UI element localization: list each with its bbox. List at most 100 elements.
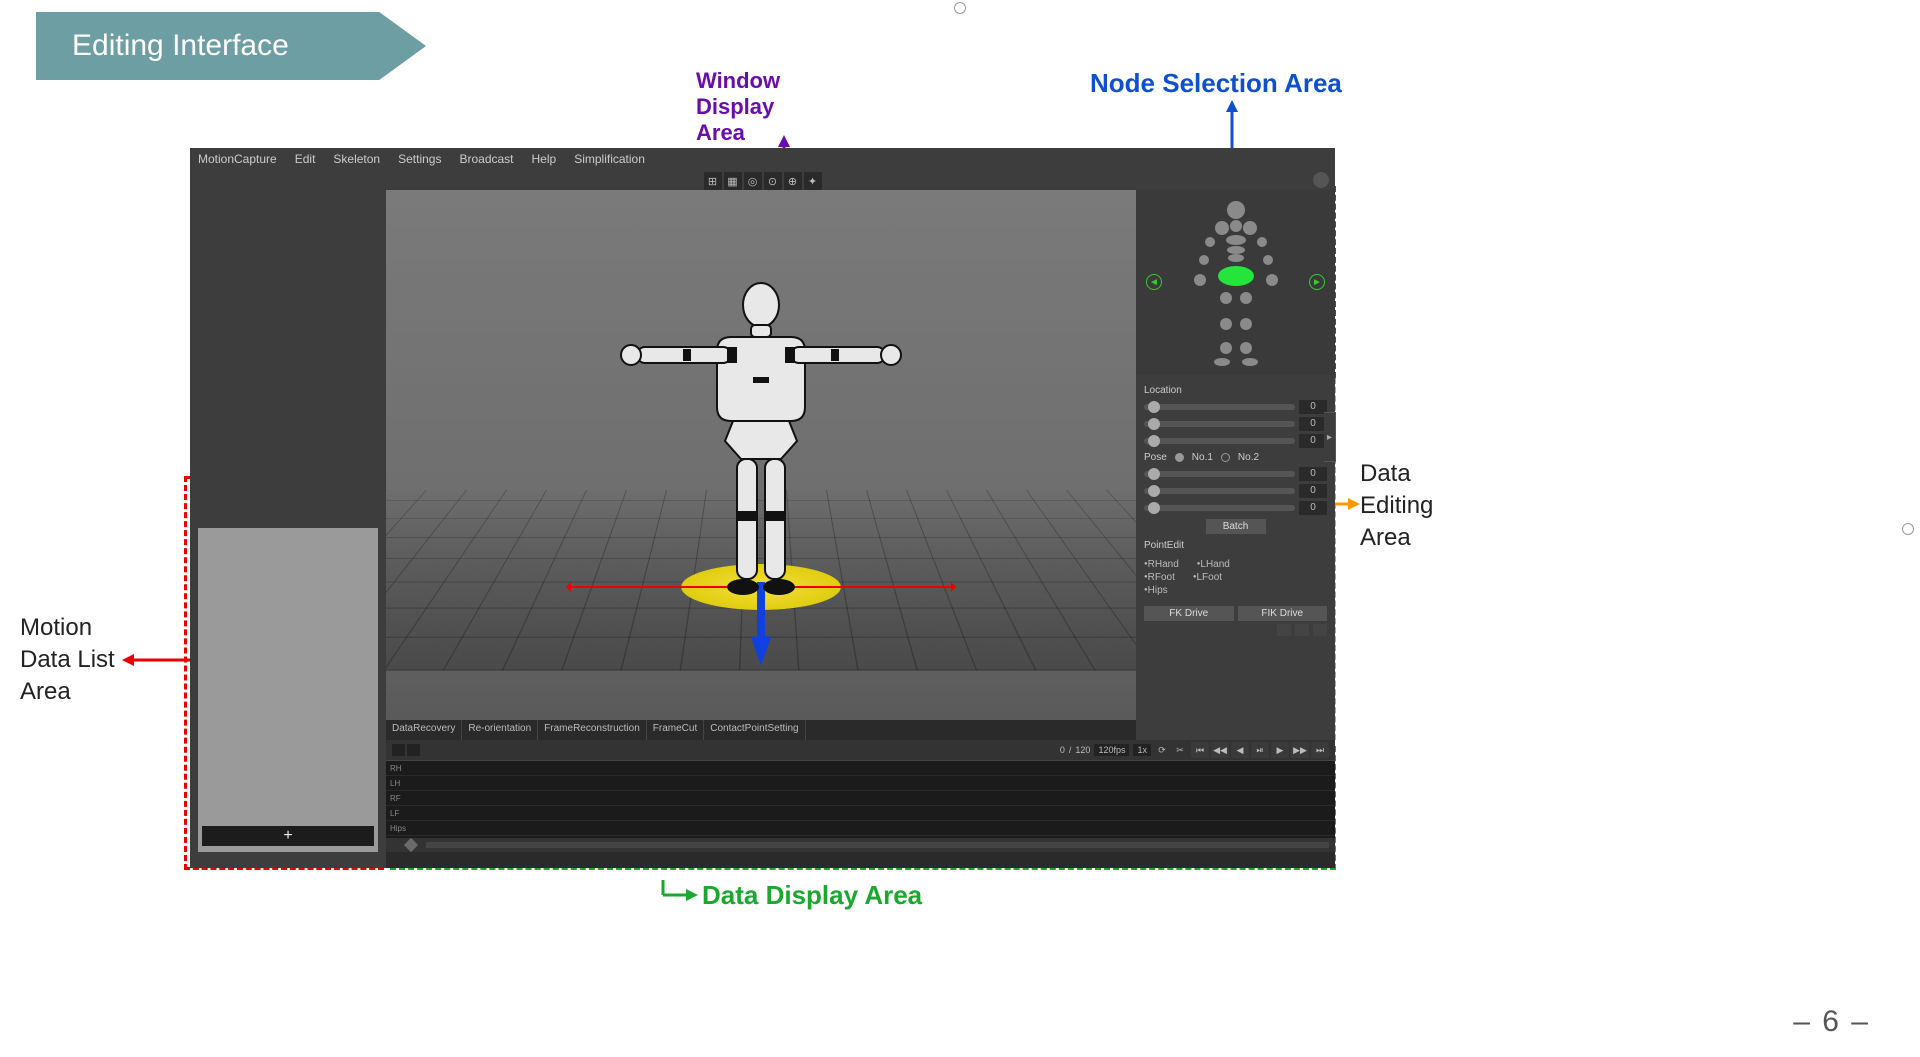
callout-data-editing-l3: Area: [1360, 524, 1411, 552]
point-lhand[interactable]: LHand: [1197, 559, 1230, 570]
menu-skeleton[interactable]: Skeleton: [333, 152, 380, 166]
track-lf[interactable]: LF: [386, 806, 1335, 821]
menu-edit[interactable]: Edit: [295, 152, 316, 166]
pose-radio-1[interactable]: [1175, 453, 1184, 462]
timeline-speed[interactable]: 1x: [1133, 744, 1151, 756]
location-y-value: 0: [1299, 417, 1327, 431]
location-x-slider[interactable]: 0: [1144, 400, 1327, 414]
fk-drive-button[interactable]: FK Drive: [1144, 606, 1234, 621]
location-z-value: 0: [1299, 434, 1327, 448]
viewport-icon-grid[interactable]: ▦: [724, 172, 742, 190]
viewport-icon-layout[interactable]: ⊞: [704, 172, 722, 190]
location-x-value: 0: [1299, 400, 1327, 414]
viewport-icon-fx[interactable]: ✦: [804, 172, 822, 190]
undo-redo-icons: [1144, 624, 1327, 636]
timeline-fps[interactable]: 120fps: [1094, 744, 1129, 756]
track-hips[interactable]: Hips: [386, 821, 1335, 836]
pose-x-slider[interactable]: 0: [1144, 467, 1327, 481]
timeline-cur-frame: 0: [1060, 745, 1065, 755]
menu-simplification[interactable]: Simplification: [574, 152, 645, 166]
transport-play[interactable]: ⏯: [1251, 742, 1269, 758]
transport-controls: ⏮ ◀◀ ◀ ⏯ ▶ ▶▶ ⏭: [1191, 742, 1329, 758]
viewport-3d[interactable]: [386, 190, 1136, 720]
transport-last[interactable]: ⏭: [1311, 742, 1329, 758]
point-lfoot[interactable]: LFoot: [1193, 572, 1222, 583]
motion-data-list: +: [190, 520, 386, 860]
menu-motioncapture[interactable]: MotionCapture: [198, 152, 277, 166]
motion-data-add-button[interactable]: +: [202, 826, 374, 846]
viewport-icon-camera[interactable]: ◎: [744, 172, 762, 190]
timeline-end-frame: 120: [1075, 745, 1090, 755]
timeline-loop-icon[interactable]: ⟳: [1155, 745, 1169, 756]
fik-drive-button[interactable]: FIK Drive: [1238, 606, 1328, 621]
track-lh[interactable]: LH: [386, 776, 1335, 791]
menu-help[interactable]: Help: [532, 152, 557, 166]
viewport-icon-add[interactable]: ⊕: [784, 172, 802, 190]
transport-first[interactable]: ⏮: [1191, 742, 1209, 758]
callout-window-display-area: Window Display Area: [696, 68, 780, 146]
callout-data-display-area: Data Display Area: [702, 880, 922, 911]
callout-mdl-l2: Data List: [20, 646, 115, 674]
node-next-button[interactable]: ►: [1309, 274, 1325, 290]
slide-title: Editing Interface: [36, 12, 426, 80]
location-z-slider[interactable]: 0: [1144, 434, 1327, 448]
pose-header: Pose: [1144, 452, 1167, 463]
tab-framereconstruction[interactable]: FrameReconstruction: [538, 720, 647, 740]
callout-mdl-l1: Motion: [20, 614, 92, 642]
redo-icon[interactable]: [1295, 624, 1309, 636]
viewport-icon-target[interactable]: ⊙: [764, 172, 782, 190]
menu-settings[interactable]: Settings: [398, 152, 441, 166]
location-y-slider[interactable]: 0: [1144, 417, 1327, 431]
tab-reorientation[interactable]: Re-orientation: [462, 720, 538, 740]
right-panel-expand-handle[interactable]: ▸: [1324, 412, 1336, 462]
track-rh[interactable]: RH: [386, 761, 1335, 776]
callout-node-selection-area: Node Selection Area: [1090, 68, 1342, 99]
slide-handle-right: [1902, 523, 1914, 535]
callout-data-editing-l1: Data: [1360, 460, 1411, 488]
transport-rew[interactable]: ◀◀: [1211, 742, 1229, 758]
callout-mdl-l3: Area: [20, 678, 71, 706]
transport-prev[interactable]: ◀: [1231, 742, 1249, 758]
tl-box-a[interactable]: [392, 744, 405, 756]
pose-y-slider[interactable]: 0: [1144, 484, 1327, 498]
pose-z-slider[interactable]: 0: [1144, 501, 1327, 515]
tab-contactpointsetting[interactable]: ContactPointSetting: [704, 720, 805, 740]
timeline-scrubber[interactable]: [386, 838, 1335, 852]
left-strip: +: [190, 190, 386, 868]
data-editing-panel: Location 0 0 0 Pose No.1 No.2 0 0 0 Batc…: [1136, 375, 1335, 642]
point-rfoot[interactable]: RFoot: [1144, 572, 1175, 583]
timeline-panel: 0 / 120 120fps 1x ⟳ ✂ ⏮ ◀◀ ◀ ⏯ ▶ ▶▶ ⏭ RH: [386, 740, 1335, 868]
tl-box-b[interactable]: [407, 744, 420, 756]
arrow-data-display: [628, 880, 698, 915]
batch-button[interactable]: Batch: [1206, 519, 1266, 534]
pointedit-header: PointEdit: [1144, 540, 1327, 551]
callout-data-editing-l2: Editing: [1360, 492, 1433, 520]
point-hips[interactable]: Hips: [1144, 585, 1168, 596]
timeline-topbar: 0 / 120 120fps 1x ⟳ ✂ ⏮ ◀◀ ◀ ⏯ ▶ ▶▶ ⏭: [386, 740, 1335, 760]
user-avatar-icon[interactable]: [1313, 172, 1329, 188]
transport-next[interactable]: ▶: [1271, 742, 1289, 758]
timeline-tracks[interactable]: RH LH RF LF Hips: [386, 760, 1335, 838]
pose-z-value: 0: [1299, 501, 1327, 515]
tab-datarecovery[interactable]: DataRecovery: [386, 720, 462, 740]
viewport-top-icons: ⊞ ▦ ◎ ⊙ ⊕ ✦: [704, 172, 822, 190]
tab-framecut[interactable]: FrameCut: [647, 720, 704, 740]
history-icon[interactable]: [1313, 624, 1327, 636]
location-header: Location: [1144, 385, 1327, 396]
pose-radio-2[interactable]: [1221, 453, 1230, 462]
track-rf[interactable]: RF: [386, 791, 1335, 806]
undo-icon[interactable]: [1277, 624, 1291, 636]
pose-y-value: 0: [1299, 484, 1327, 498]
transport-ffwd[interactable]: ▶▶: [1291, 742, 1309, 758]
node-prev-button[interactable]: ◄: [1146, 274, 1162, 290]
node-selection-panel: ◄ ►: [1136, 190, 1335, 375]
mannequin-icon: [601, 277, 921, 610]
editing-tab-strip: DataRecovery Re-orientation FrameReconst…: [386, 720, 1136, 740]
menu-bar: MotionCapture Edit Skeleton Settings Bro…: [190, 148, 1335, 170]
point-rhand[interactable]: RHand: [1144, 559, 1179, 570]
menu-broadcast[interactable]: Broadcast: [459, 152, 513, 166]
pose-opt-2: No.2: [1238, 452, 1259, 463]
timeline-cut-icon[interactable]: ✂: [1173, 745, 1187, 756]
node-silhouette-icon[interactable]: [1186, 198, 1286, 368]
motion-data-list-body[interactable]: [198, 528, 378, 852]
